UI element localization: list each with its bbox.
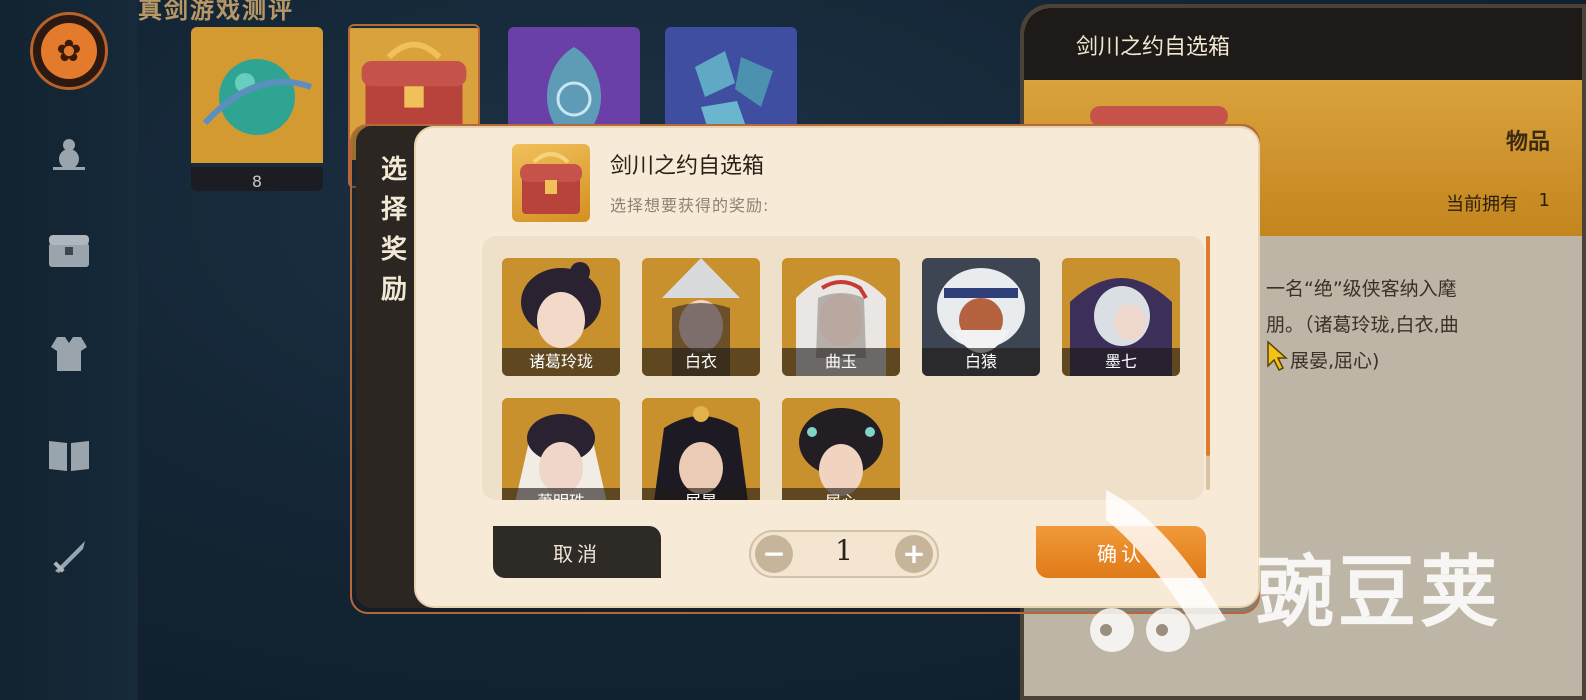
hero-name: 展晏 bbox=[642, 488, 760, 500]
hero-name: 屈心 bbox=[782, 488, 900, 500]
hero-portrait bbox=[502, 398, 620, 500]
hero-card[interactable]: 屈心 bbox=[782, 398, 900, 500]
page-title: 真剑游戏测评 bbox=[138, 0, 294, 24]
modal-title: 剑川之约自选箱 bbox=[610, 154, 765, 179]
hero-card[interactable]: 白衣 bbox=[642, 258, 760, 376]
hero-card[interactable]: 白猿 bbox=[922, 258, 1040, 376]
watermark-text: 豌豆荚 bbox=[1256, 548, 1503, 638]
guild-emblem-button[interactable]: ✿ bbox=[30, 12, 108, 90]
hero-name: 萧明珠 bbox=[502, 488, 620, 500]
hero-card[interactable]: 诸葛玲珑 bbox=[502, 258, 620, 376]
hero-name: 曲玉 bbox=[782, 348, 900, 376]
hero-portrait bbox=[642, 398, 760, 500]
hero-card[interactable]: 展晏 bbox=[642, 398, 760, 500]
modal-tab-label: 选 择 奖 励 bbox=[370, 150, 418, 310]
hero-card[interactable]: 墨七 bbox=[1062, 258, 1180, 376]
tab-char: 奖 bbox=[380, 235, 407, 265]
grid-scrollbar-thumb[interactable] bbox=[1206, 236, 1210, 456]
item-count: 8 bbox=[191, 167, 323, 191]
emblem-icon: ✿ bbox=[41, 23, 97, 79]
cancel-button[interactable]: 取消 bbox=[493, 526, 661, 578]
book-icon[interactable] bbox=[46, 432, 92, 478]
reward-grid[interactable]: 诸葛玲珑 白衣 曲玉 白猿 墨七 bbox=[482, 236, 1204, 500]
hero-card[interactable]: 萧明珠 bbox=[502, 398, 620, 500]
detail-desc-line2: 朋。（诸葛玲珑,白衣,曲 bbox=[1266, 314, 1459, 336]
watermark-logo bbox=[1090, 490, 1226, 652]
hero-portrait bbox=[782, 398, 900, 500]
hero-name: 墨七 bbox=[1062, 348, 1180, 376]
quantity-value: 1 bbox=[835, 534, 853, 567]
tab-char: 择 bbox=[380, 195, 407, 225]
hero-card[interactable]: 曲玉 bbox=[782, 258, 900, 376]
treasure-chest-icon[interactable] bbox=[46, 228, 92, 274]
sword-icon[interactable] bbox=[46, 534, 92, 580]
own-value: 1 bbox=[1538, 190, 1550, 211]
tab-char: 选 bbox=[380, 155, 407, 185]
detail-title: 剑川之约自选箱 bbox=[1024, 8, 1582, 80]
hero-name: 白猿 bbox=[922, 348, 1040, 376]
plus-button[interactable]: + bbox=[895, 535, 933, 573]
detail-desc-line1: 一名“绝”级侠客纳入麾 bbox=[1266, 278, 1457, 300]
jade-orb-icon bbox=[191, 27, 323, 163]
gourd-icon[interactable] bbox=[46, 130, 92, 176]
minus-button[interactable]: − bbox=[755, 535, 793, 573]
own-label: 当前拥有 bbox=[1446, 194, 1518, 215]
detail-desc-line3: 展晏,屈心) bbox=[1290, 350, 1380, 372]
detail-category: 物品 bbox=[1505, 130, 1550, 155]
tab-char: 励 bbox=[380, 275, 407, 305]
cursor-icon bbox=[1267, 340, 1288, 372]
modal-subtitle: 选择想要获得的奖励: bbox=[610, 196, 770, 215]
robe-icon[interactable] bbox=[46, 330, 92, 376]
hero-name: 诸葛玲珑 bbox=[502, 348, 620, 376]
item-card-jade-orb[interactable]: 8 bbox=[191, 27, 323, 191]
hero-name: 白衣 bbox=[642, 348, 760, 376]
modal-chest-icon bbox=[512, 144, 590, 222]
